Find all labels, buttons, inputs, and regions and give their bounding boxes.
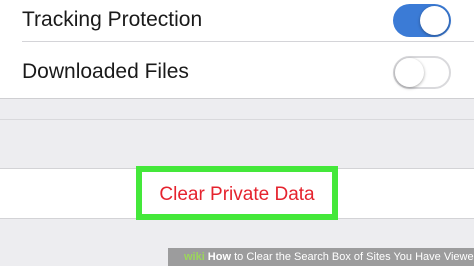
downloaded-files-row[interactable]: Downloaded Files: [0, 48, 474, 97]
watermark-how: How: [207, 251, 232, 263]
settings-list: Tracking Protection Downloaded Files: [0, 0, 474, 99]
watermark-text: to Clear the Search Box of Sites You Hav…: [234, 251, 474, 263]
watermark: wiki How to Clear the Search Box of Sites…: [168, 248, 474, 266]
toggle-knob: [420, 6, 449, 35]
clear-private-data-label: Clear Private Data: [159, 184, 315, 205]
toggle-knob: [395, 58, 424, 87]
downloaded-files-label: Downloaded Files: [22, 60, 189, 83]
downloaded-files-toggle[interactable]: [393, 56, 451, 89]
tracking-protection-toggle[interactable]: [393, 4, 451, 37]
watermark-brand: wiki: [184, 251, 205, 263]
section-divider: [0, 119, 474, 120]
tracking-protection-label: Tracking Protection: [22, 8, 203, 31]
clear-private-data-button[interactable]: Clear Private Data: [136, 166, 338, 220]
row-divider: [22, 41, 474, 42]
tracking-protection-row[interactable]: Tracking Protection: [0, 0, 474, 45]
